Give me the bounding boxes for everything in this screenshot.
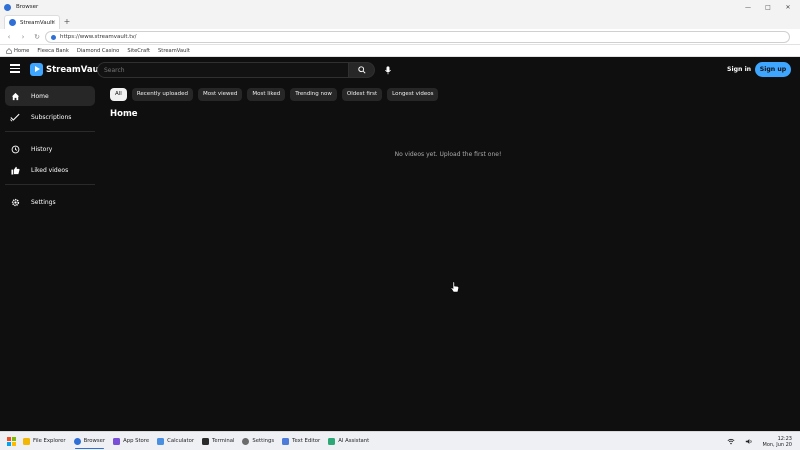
browser-app-icon [4, 3, 11, 11]
filter-chips: All Recently uploaded Most viewed Most l… [110, 88, 439, 101]
url-field[interactable] [45, 31, 790, 43]
bookmarks-bar: Home Fleeca Bank Diamond Casino SiteCraf… [0, 45, 800, 57]
taskbar-app-terminal[interactable]: Terminal [198, 433, 238, 449]
sidebar-item-subscriptions[interactable]: Subscriptions [5, 107, 95, 127]
tab-favicon-icon [9, 19, 16, 26]
site-logo[interactable]: StreamVault [30, 63, 106, 76]
sidebar-divider [5, 131, 95, 132]
page-title: Home [110, 109, 138, 119]
reload-icon[interactable]: ↻ [31, 31, 43, 43]
bookmark-diamond-casino[interactable]: Diamond Casino [77, 48, 119, 54]
terminal-icon [202, 437, 210, 445]
ai-assistant-icon [328, 437, 336, 445]
chip-most-liked[interactable]: Most liked [247, 88, 286, 101]
chip-most-viewed[interactable]: Most viewed [197, 88, 243, 101]
taskbar-app-label: Settings [252, 438, 275, 444]
play-logo-icon [30, 63, 43, 76]
taskbar-app-file-explorer[interactable]: File Explorer [19, 433, 70, 449]
volume-icon[interactable] [745, 438, 753, 446]
sidebar-item-label: History [31, 145, 53, 153]
minimize-icon[interactable]: — [742, 4, 754, 11]
taskbar-app-browser[interactable]: Browser [70, 433, 109, 449]
back-icon[interactable]: ‹ [3, 31, 15, 43]
sidebar-item-liked-videos[interactable]: Liked videos [5, 160, 95, 180]
forward-icon[interactable]: › [17, 31, 29, 43]
menu-icon[interactable] [10, 64, 20, 74]
sidebar-item-label: Subscriptions [31, 113, 72, 121]
sign-in-button[interactable]: Sign in [721, 63, 757, 77]
bookmark-fleeca-bank[interactable]: Fleeca Bank [37, 48, 69, 54]
taskbar-app-label: Browser [83, 438, 106, 444]
sign-up-button[interactable]: Sign up [755, 62, 791, 77]
new-tab-button[interactable]: + [62, 16, 72, 27]
clock[interactable]: 12:23 Mon, Jun 20 [763, 436, 793, 448]
close-icon[interactable]: ✕ [782, 4, 794, 11]
chip-trending-now[interactable]: Trending now [290, 88, 337, 101]
sidebar-item-label: Home [31, 92, 49, 100]
taskbar-app-label: Calculator [167, 438, 195, 444]
tab-strip: StreamVault × + [0, 14, 800, 29]
taskbar-app-app-store[interactable]: App Store [109, 433, 153, 449]
browser-icon [73, 437, 81, 445]
empty-state-message: No videos yet. Upload the first one! [394, 151, 502, 158]
sidebar-item-label: Settings [31, 198, 56, 206]
taskbar-app-text-editor[interactable]: Text Editor [278, 433, 324, 449]
calculator-icon [157, 437, 165, 445]
streamvault-page: StreamVault Sign in Sign up Home Subscri… [0, 57, 800, 431]
search-input[interactable] [97, 62, 349, 78]
taskbar-app-label: Terminal [212, 438, 235, 444]
tab-close-icon[interactable]: × [51, 19, 56, 26]
search-button[interactable] [349, 62, 375, 78]
folder-icon [23, 437, 30, 445]
home-icon [10, 91, 20, 101]
window-controls: — □ ✕ [742, 0, 794, 14]
thumbs-up-icon [10, 165, 20, 175]
voice-search-button[interactable] [380, 62, 396, 78]
taskbar-app-settings[interactable]: Settings [238, 433, 278, 449]
history-icon [10, 144, 20, 154]
chip-oldest-first[interactable]: Oldest first [341, 88, 383, 101]
sidebar-item-settings[interactable]: Settings [5, 192, 95, 212]
address-bar: ‹ › ↻ [0, 29, 800, 45]
browser-titlebar: Browser [0, 0, 800, 14]
taskbar-app-label: App Store [123, 438, 150, 444]
window-title: Browser [16, 4, 39, 10]
tab-label: StreamVault [20, 19, 54, 26]
taskbar-app-label: File Explorer [33, 438, 66, 444]
store-icon [113, 437, 121, 445]
site-info-icon[interactable] [51, 34, 56, 40]
search-bar [97, 62, 375, 78]
sidebar-item-home[interactable]: Home [5, 86, 95, 106]
taskbar-app-label: AI Assistant [338, 438, 370, 444]
url-input[interactable] [60, 34, 760, 40]
search-icon [357, 66, 366, 74]
bookmark-label: Home [14, 47, 30, 54]
tab-streamvault[interactable]: StreamVault × [4, 15, 60, 29]
bookmark-home[interactable]: Home [6, 48, 29, 54]
text-editor-icon [282, 437, 290, 445]
taskbar-app-calculator[interactable]: Calculator [153, 433, 198, 449]
chip-recently-uploaded[interactable]: Recently uploaded [131, 88, 193, 101]
bookmark-sitecraft[interactable]: SiteCraft [127, 48, 150, 54]
taskbar-app-ai-assistant[interactable]: AI Assistant [324, 433, 373, 449]
chip-all[interactable]: All [110, 88, 127, 101]
maximize-icon[interactable]: □ [762, 4, 774, 11]
subscriptions-icon [10, 112, 20, 122]
gear-icon [242, 437, 250, 445]
sidebar-item-label: Liked videos [31, 166, 69, 174]
taskbar: File Explorer Browser App Store Calculat… [0, 431, 800, 450]
mouse-cursor-icon [450, 281, 460, 293]
wifi-icon[interactable] [727, 438, 735, 446]
sidebar-item-history[interactable]: History [5, 139, 95, 159]
clock-date: Mon, Jun 20 [762, 441, 793, 448]
chip-longest-videos[interactable]: Longest videos [387, 88, 439, 101]
microphone-icon [385, 65, 391, 74]
bookmark-streamvault[interactable]: StreamVault [158, 48, 190, 54]
home-icon [6, 47, 12, 54]
gear-icon [10, 197, 20, 207]
taskbar-app-label: Text Editor [292, 438, 321, 444]
start-button[interactable] [3, 433, 19, 449]
system-tray: 12:23 Mon, Jun 20 [727, 432, 793, 450]
sidebar-divider [5, 184, 95, 185]
